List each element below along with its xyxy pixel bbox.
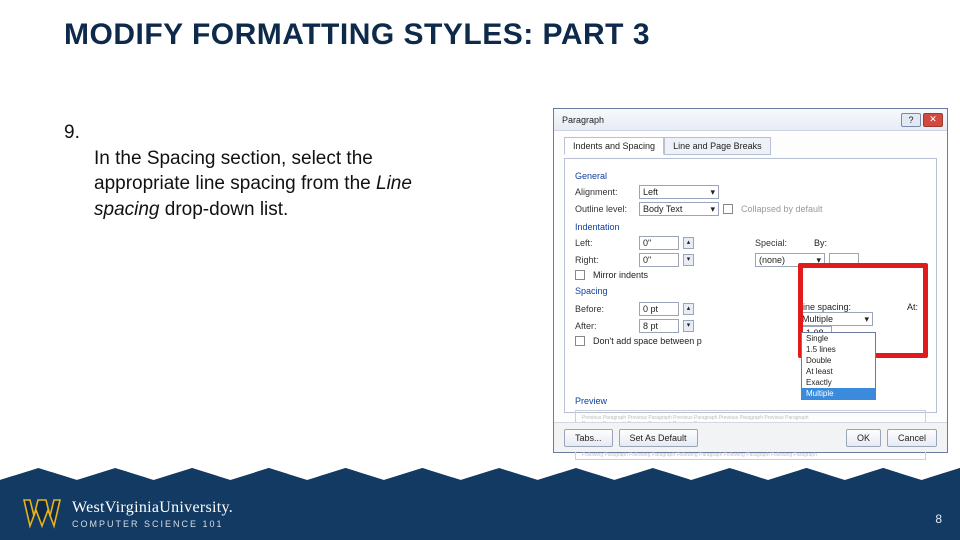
before-spin[interactable]: 0 pt <box>639 302 679 316</box>
collapsed-label: Collapsed by default <box>741 204 823 214</box>
course-name: COMPUTER SCIENCE 101 <box>72 519 233 529</box>
indent-right-value: 0" <box>643 255 651 265</box>
before-label: Before: <box>575 304 635 314</box>
dialog-footer: Tabs... Set As Default OK Cancel <box>554 422 947 452</box>
collapsed-checkbox[interactable] <box>723 204 733 214</box>
alignment-label: Alignment: <box>575 187 635 197</box>
tabs-button[interactable]: Tabs... <box>564 429 613 447</box>
indent-left-value: 0" <box>643 238 651 248</box>
dialog-titlebar: Paragraph ? ✕ <box>554 109 947 131</box>
help-icon[interactable]: ? <box>901 113 921 127</box>
spinner-down-icon[interactable]: ▾ <box>683 254 694 266</box>
wvu-logo-icon <box>22 498 62 530</box>
section-indentation-label: Indentation <box>575 222 926 232</box>
university-name-light: University <box>159 499 229 516</box>
list-item-number: 9. <box>64 120 86 146</box>
indent-right-label: Right: <box>575 255 635 265</box>
by-label: By: <box>814 238 844 248</box>
dialog-title-text: Paragraph <box>562 115 604 125</box>
dropdown-option[interactable]: Exactly <box>802 377 875 388</box>
dropdown-option-selected[interactable]: Multiple <box>802 388 875 399</box>
dropdown-option[interactable]: Single <box>802 333 875 344</box>
chevron-down-icon: ▾ <box>710 204 715 215</box>
outline-label: Outline level: <box>575 204 635 214</box>
alignment-row: Alignment: Left ▾ <box>575 185 926 199</box>
alignment-combo[interactable]: Left ▾ <box>639 185 719 199</box>
after-spin[interactable]: 8 pt <box>639 319 679 333</box>
list-item-text-part2: drop-down list. <box>160 199 289 220</box>
slide-footer: WestVirginiaUniversity. COMPUTER SCIENCE… <box>0 480 960 540</box>
special-label: Special: <box>755 238 810 248</box>
tab-indents-spacing[interactable]: Indents and Spacing <box>564 137 664 155</box>
indent-left-spin[interactable]: 0" <box>639 236 679 250</box>
instruction-list: 9. In the Spacing section, select the ap… <box>64 120 464 223</box>
tab-line-page-breaks[interactable]: Line and Page Breaks <box>664 137 771 155</box>
outline-row: Outline level: Body Text ▾ Collapsed by … <box>575 202 926 216</box>
mirror-indents-label: Mirror indents <box>593 270 648 280</box>
outline-value: Body Text <box>643 204 682 214</box>
page-number: 8 <box>935 512 942 526</box>
wvu-text: WestVirginiaUniversity. COMPUTER SCIENCE… <box>72 499 233 529</box>
list-item-text: In the Spacing section, select the appro… <box>94 146 464 223</box>
after-label: After: <box>575 321 635 331</box>
spinner-up-icon[interactable]: ▴ <box>683 237 694 249</box>
chevron-down-icon: ▾ <box>710 187 715 198</box>
section-general-label: General <box>575 171 926 181</box>
no-add-space-label: Don't add space between p <box>593 336 702 346</box>
set-default-button[interactable]: Set As Default <box>619 429 698 447</box>
alignment-value: Left <box>643 187 658 197</box>
list-item: 9. In the Spacing section, select the ap… <box>64 120 464 223</box>
close-icon[interactable]: ✕ <box>923 113 943 127</box>
special-value: (none) <box>759 255 785 265</box>
outline-combo[interactable]: Body Text ▾ <box>639 202 719 216</box>
university-name-period: . <box>229 499 233 516</box>
after-value: 8 pt <box>643 321 658 331</box>
preview-line: Following Paragraph Following Paragraph … <box>582 452 919 458</box>
ok-button[interactable]: OK <box>846 429 881 447</box>
cancel-button[interactable]: Cancel <box>887 429 937 447</box>
dialog-tabs: Indents and Spacing Line and Page Breaks <box>564 137 937 155</box>
wvu-logo-block: WestVirginiaUniversity. COMPUTER SCIENCE… <box>22 498 233 530</box>
mirror-indents-checkbox[interactable] <box>575 270 585 280</box>
dropdown-option[interactable]: 1.5 lines <box>802 344 875 355</box>
indent-left-row: Left: 0" ▴ Special: By: <box>575 236 926 250</box>
indent-left-label: Left: <box>575 238 635 248</box>
before-value: 0 pt <box>643 304 658 314</box>
spinner-icon[interactable]: ▾ <box>683 320 694 332</box>
university-name-strong: WestVirginia <box>72 499 159 516</box>
list-item-text-part1: In the Spacing section, select the appro… <box>94 148 376 195</box>
no-add-space-checkbox[interactable] <box>575 336 585 346</box>
line-spacing-dropdown[interactable]: Single 1.5 lines Double At least Exactly… <box>801 332 876 400</box>
spinner-icon[interactable]: ▴ <box>683 303 694 315</box>
dropdown-option[interactable]: Double <box>802 355 875 366</box>
dropdown-option[interactable]: At least <box>802 366 875 377</box>
slide-title: MODIFY FORMATTING STYLES: PART 3 <box>64 18 664 53</box>
paragraph-dialog-screenshot: Paragraph ? ✕ Indents and Spacing Line a… <box>553 108 948 453</box>
indent-right-spin[interactable]: 0" <box>639 253 679 267</box>
